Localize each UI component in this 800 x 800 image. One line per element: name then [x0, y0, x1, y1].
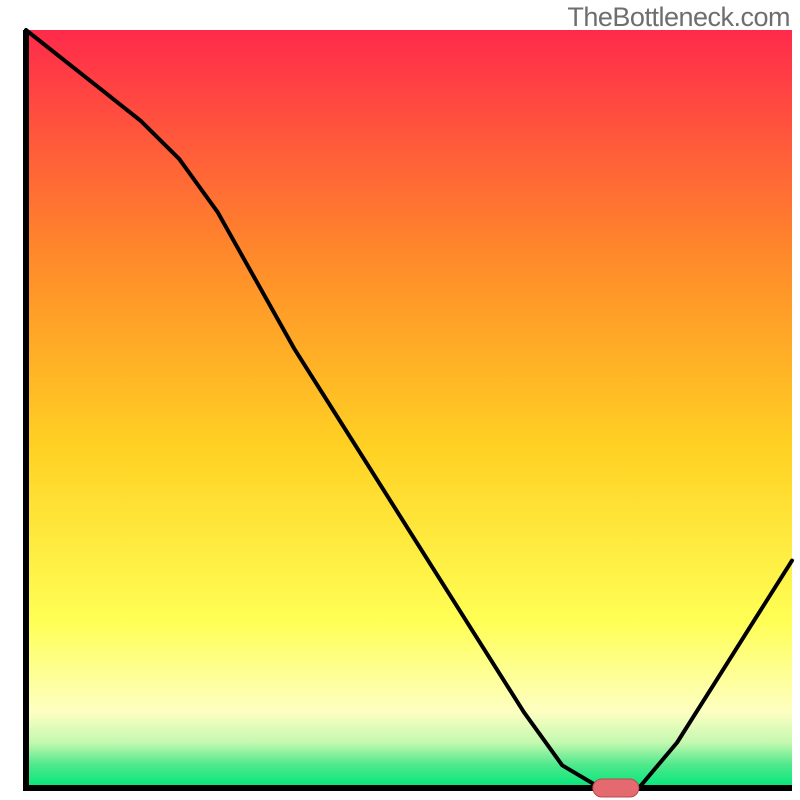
- gradient-background: [26, 30, 792, 788]
- bottleneck-chart: [0, 0, 800, 800]
- optimal-marker: [593, 779, 639, 797]
- chart-container: { "watermark": "TheBottleneck.com", "cha…: [0, 0, 800, 800]
- watermark-text: TheBottleneck.com: [567, 2, 790, 33]
